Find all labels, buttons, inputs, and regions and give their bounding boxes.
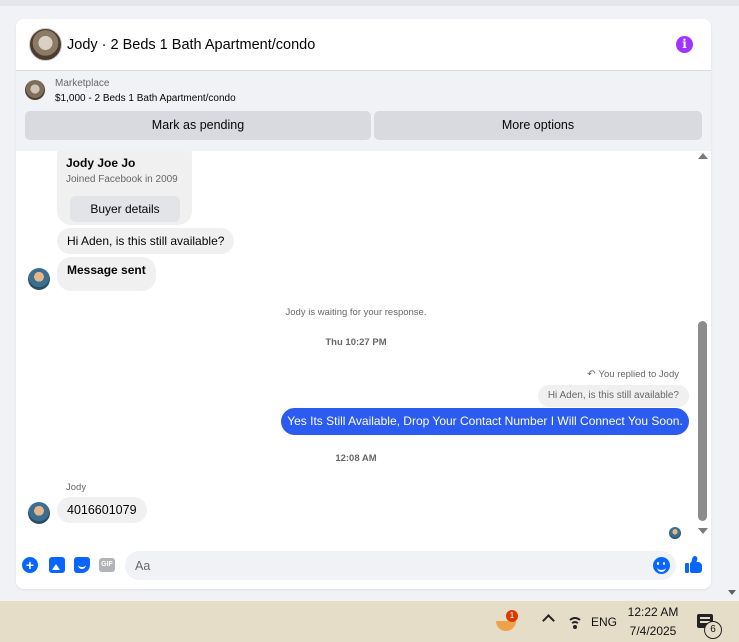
wifi-icon[interactable] (567, 615, 583, 629)
contact-avatar[interactable] (29, 28, 62, 61)
message-thread[interactable]: Jody Joe Jo Joined Facebook in 2009 Buye… (16, 151, 711, 546)
composer-bar: + GIF (16, 546, 711, 589)
buyer-name: Jody Joe Jo (66, 156, 136, 170)
message-input[interactable] (135, 551, 635, 580)
seen-avatar (669, 527, 681, 539)
emoji-icon[interactable] (653, 557, 670, 574)
sender-name: Jody (66, 482, 87, 493)
app-badge: 1 (506, 610, 518, 622)
timestamp: 12:08 AM (335, 453, 377, 464)
chat-title[interactable]: Jody · 2 Beds 1 Bath Apartment/condo (67, 37, 315, 53)
sender-avatar[interactable] (28, 268, 50, 290)
page-scroll-down-arrow[interactable] (728, 590, 736, 595)
marketplace-label: Marketplace (55, 78, 110, 89)
scroll-up-arrow[interactable] (698, 153, 708, 159)
chat-header: Jody · 2 Beds 1 Bath Apartment/condo i (16, 19, 711, 71)
mark-as-pending-button[interactable]: Mark as pending (25, 111, 371, 140)
scroll-down-arrow[interactable] (698, 528, 708, 534)
buyer-profile-card: Jody Joe Jo Joined Facebook in 2009 Buye… (57, 151, 192, 225)
photo-icon[interactable] (49, 557, 65, 573)
more-options-button[interactable]: More options (374, 111, 702, 140)
thumbs-up-icon[interactable] (685, 555, 703, 574)
gif-icon[interactable]: GIF (99, 558, 115, 572)
windows-taskbar: 1 ENG 12:22 AM 7/4/2025 6 (0, 601, 739, 642)
timestamp: Thu 10:27 PM (325, 337, 387, 348)
chevron-up-icon[interactable] (542, 614, 555, 627)
reply-icon: ↶ (587, 369, 596, 380)
message-input-wrapper (125, 551, 676, 580)
buyer-details-button[interactable]: Buyer details (70, 196, 180, 222)
buyer-joined: Joined Facebook in 2009 (66, 174, 178, 185)
reply-label: You replied to Jody (598, 369, 679, 380)
scrollbar-thumb[interactable] (698, 321, 707, 521)
browser-top-strip (0, 0, 739, 6)
waiting-notice: Jody is waiting for your response. (285, 307, 427, 318)
listing-title[interactable]: $1,000 - 2 Beds 1 Bath Apartment/condo (55, 93, 236, 104)
clock-time[interactable]: 12:22 AM (622, 605, 684, 619)
quoted-message[interactable]: Hi Aden, is this still available? (537, 385, 689, 407)
thread-scrollbar[interactable] (696, 151, 711, 546)
sticker-icon[interactable] (74, 557, 90, 573)
sender-avatar[interactable] (28, 502, 50, 524)
info-icon[interactable]: i (676, 36, 693, 53)
incoming-message[interactable]: Hi Aden, is this still available? (57, 228, 235, 254)
taskbar-app-icon[interactable]: 1 (496, 610, 518, 631)
clock-date[interactable]: 7/4/2025 (622, 624, 684, 638)
reply-indicator: ↶ You replied to Jody (587, 369, 679, 380)
plus-icon[interactable]: + (22, 557, 38, 573)
incoming-message[interactable]: Message sent (57, 257, 156, 291)
chat-window: Jody · 2 Beds 1 Bath Apartment/condo i M… (16, 19, 711, 589)
marketplace-banner: Marketplace $1,000 - 2 Beds 1 Bath Apart… (16, 71, 711, 151)
language-indicator[interactable]: ENG (591, 615, 617, 629)
listing-thumbnail[interactable] (25, 80, 45, 100)
notification-count: 6 (704, 621, 722, 639)
outgoing-message[interactable]: Yes Its Still Available, Drop Your Conta… (281, 408, 689, 435)
incoming-message[interactable]: 4016601079 (57, 497, 147, 523)
